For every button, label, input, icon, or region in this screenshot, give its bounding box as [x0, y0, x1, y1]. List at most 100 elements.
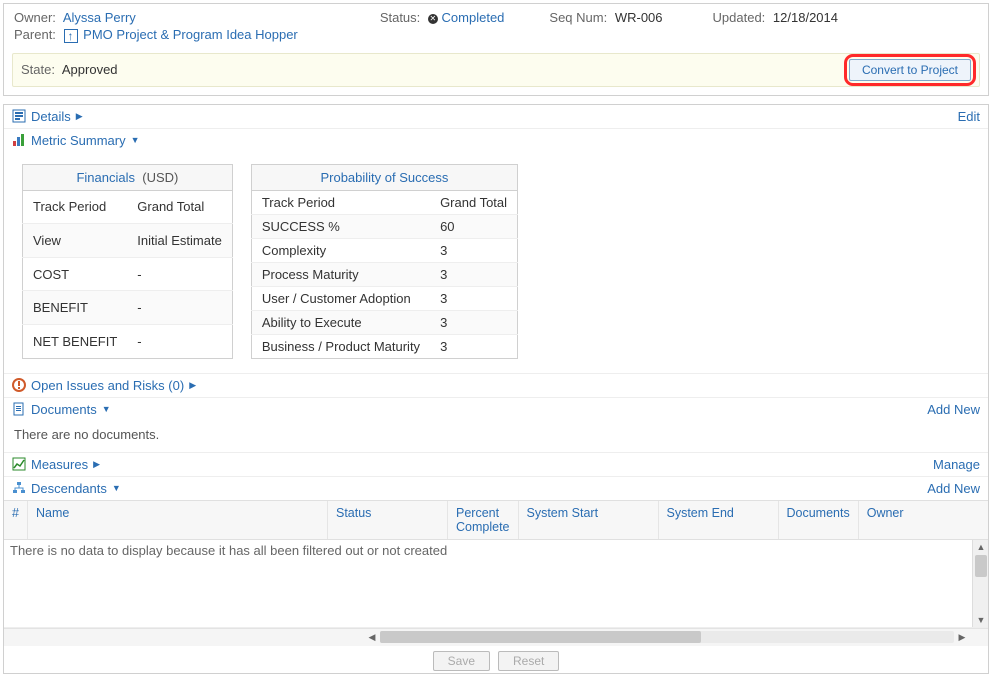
section-descendants-title: Descendants	[31, 481, 107, 496]
state-bar: State: Approved Convert to Project	[12, 53, 980, 87]
section-metric-toggle[interactable]: Metric Summary ▼	[12, 133, 140, 148]
caret-right-icon: ▶	[93, 459, 100, 470]
status-link[interactable]: Completed	[442, 10, 505, 25]
updated-label: Updated:	[713, 10, 766, 25]
seqnum-label: Seq Num:	[549, 10, 607, 25]
section-measures-title: Measures	[31, 457, 88, 472]
metric-key: User / Customer Adoption	[251, 286, 430, 310]
section-documents-title: Documents	[31, 402, 97, 417]
metric-value: -	[127, 324, 232, 358]
table-row: SUCCESS %60	[251, 214, 517, 238]
scroll-left-icon[interactable]: ◀	[364, 632, 380, 643]
grid-empty-message: There is no data to display because it h…	[4, 540, 988, 561]
table-row: NET BENEFIT-	[23, 324, 233, 358]
updated-value: 12/18/2014	[773, 10, 838, 25]
col-system-end[interactable]: System End	[659, 501, 779, 539]
scroll-right-icon[interactable]: ▶	[954, 632, 970, 643]
parent-label: Parent:	[14, 27, 56, 42]
metric-summary-content: Financials (USD) Track PeriodGrand Total…	[4, 152, 988, 373]
documents-add-new-link[interactable]: Add New	[927, 402, 980, 417]
metric-value: Initial Estimate	[127, 224, 232, 258]
document-icon	[12, 402, 26, 416]
section-issues-toggle[interactable]: Open Issues and Risks (0) ▶	[12, 378, 196, 393]
section-metric-title: Metric Summary	[31, 133, 126, 148]
owner-label: Owner:	[14, 10, 56, 25]
convert-button-highlight: Convert to Project	[849, 59, 971, 81]
save-button[interactable]: Save	[433, 651, 490, 671]
col-system-start[interactable]: System Start	[519, 501, 659, 539]
section-measures-toggle[interactable]: Measures ▶	[12, 457, 100, 472]
metric-value: 3	[430, 262, 517, 286]
table-row: Ability to Execute3	[251, 310, 517, 334]
caret-down-icon: ▼	[131, 135, 140, 145]
status-label: Status:	[380, 10, 420, 25]
section-documents-header: Documents ▼ Add New	[4, 398, 988, 421]
section-descendants-toggle[interactable]: Descendants ▼	[12, 481, 121, 496]
owner-field: Owner: Alyssa Perry	[14, 10, 136, 25]
parent-up-icon[interactable]: ↑	[64, 29, 78, 43]
hierarchy-icon	[12, 481, 26, 495]
metric-value: 3	[430, 310, 517, 334]
status-complete-icon: ✕	[428, 14, 438, 24]
table-row: ViewInitial Estimate	[23, 224, 233, 258]
details-icon	[12, 109, 26, 123]
col-percent-complete[interactable]: Percent Complete	[448, 501, 519, 539]
horizontal-scroll-track[interactable]	[380, 631, 954, 643]
metric-key: Track Period	[251, 190, 430, 214]
caret-down-icon: ▼	[102, 404, 111, 414]
descendants-grid-header: # Name Status Percent Complete System St…	[4, 500, 988, 540]
col-status[interactable]: Status	[328, 501, 448, 539]
scroll-down-icon[interactable]: ▼	[973, 613, 989, 627]
descendants-add-new-link[interactable]: Add New	[927, 481, 980, 496]
main-panel: Details ▶ Edit Metric Summary ▼ Financia…	[3, 104, 989, 674]
footer-buttons: Save Reset	[4, 646, 988, 673]
bar-chart-icon	[12, 133, 26, 147]
table-row: Process Maturity3	[251, 262, 517, 286]
seqnum-field: Seq Num: WR-006	[549, 10, 662, 25]
probability-title: Probability of Success	[251, 164, 517, 190]
horizontal-scrollbar[interactable]: ◀ ▶	[4, 628, 988, 646]
section-metric-header: Metric Summary ▼	[4, 129, 988, 152]
col-hash[interactable]: #	[4, 501, 28, 539]
caret-right-icon: ▶	[76, 111, 83, 122]
metric-value: 3	[430, 238, 517, 262]
metric-key: Complexity	[251, 238, 430, 262]
section-issues-header: Open Issues and Risks (0) ▶	[4, 373, 988, 398]
section-descendants-header: Descendants ▼ Add New	[4, 477, 988, 500]
metric-key: Business / Product Maturity	[251, 334, 430, 358]
caret-right-icon: ▶	[189, 380, 196, 391]
financials-unit: (USD)	[142, 170, 178, 185]
financials-table: Financials (USD) Track PeriodGrand Total…	[22, 164, 233, 359]
metric-key: NET BENEFIT	[23, 324, 128, 358]
measures-manage-link[interactable]: Manage	[933, 457, 980, 472]
section-measures-header: Measures ▶ Manage	[4, 452, 988, 477]
metric-key: COST	[23, 257, 128, 291]
line-chart-icon	[12, 457, 26, 471]
section-details-toggle[interactable]: Details ▶	[12, 109, 83, 124]
table-row: Complexity3	[251, 238, 517, 262]
warning-icon	[12, 378, 26, 392]
scroll-up-icon[interactable]: ▲	[973, 540, 989, 554]
details-edit-link[interactable]: Edit	[958, 109, 980, 124]
convert-to-project-button[interactable]: Convert to Project	[849, 59, 971, 81]
work-request-header: Owner: Alyssa Perry Status: ✕ Completed …	[3, 3, 989, 96]
col-owner[interactable]: Owner	[859, 501, 966, 539]
metric-value: Grand Total	[127, 190, 232, 224]
section-documents-toggle[interactable]: Documents ▼	[12, 402, 111, 417]
reset-button[interactable]: Reset	[498, 651, 559, 671]
table-row: User / Customer Adoption3	[251, 286, 517, 310]
col-documents[interactable]: Documents	[779, 501, 859, 539]
horizontal-scroll-thumb[interactable]	[380, 631, 701, 643]
probability-table: Probability of Success Track PeriodGrand…	[251, 164, 518, 359]
parent-link[interactable]: PMO Project & Program Idea Hopper	[83, 27, 298, 42]
state-label: State:	[21, 62, 55, 77]
owner-link[interactable]: Alyssa Perry	[63, 10, 136, 25]
vertical-scrollbar[interactable]: ▲ ▼	[972, 540, 988, 627]
section-details-title: Details	[31, 109, 71, 124]
vertical-scroll-thumb[interactable]	[975, 555, 987, 577]
col-name[interactable]: Name	[28, 501, 328, 539]
state-value: Approved	[62, 62, 118, 77]
table-row: COST-	[23, 257, 233, 291]
table-row: Track PeriodGrand Total	[23, 190, 233, 224]
financials-body: Track PeriodGrand TotalViewInitial Estim…	[23, 190, 233, 358]
